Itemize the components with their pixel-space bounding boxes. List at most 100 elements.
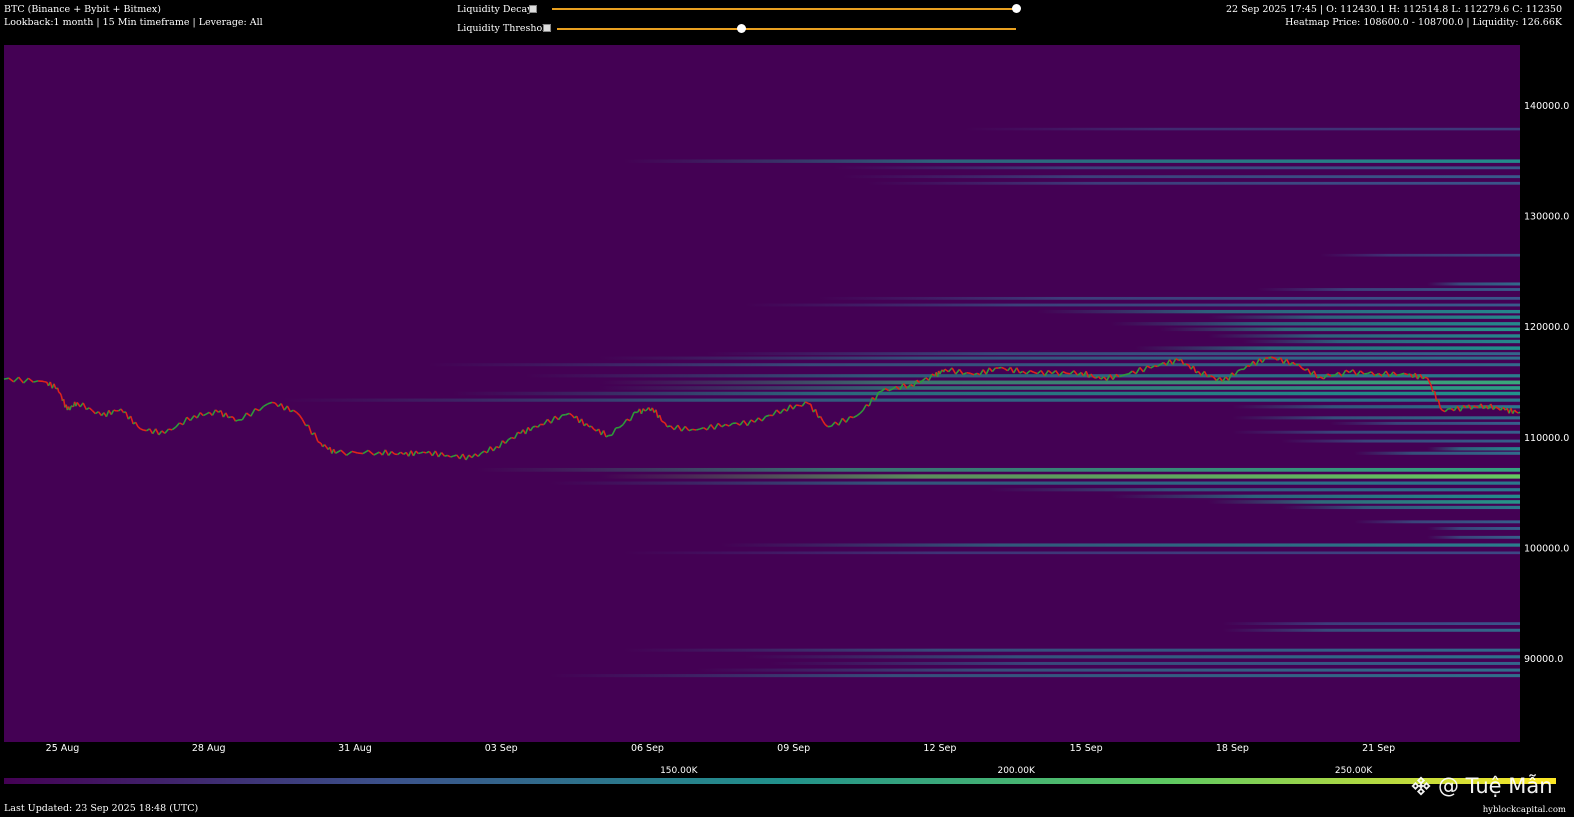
liquidity-threshold-label: Liquidity Threshold (457, 22, 552, 34)
liquidity-band (842, 175, 1520, 179)
price-segment (1183, 363, 1187, 366)
liquidity-decay-checkbox[interactable] (529, 5, 537, 13)
liquidity-band (1281, 505, 1520, 510)
liquidity-band (720, 543, 1520, 547)
liquidity-band (598, 356, 1520, 360)
price-segment (1517, 411, 1521, 414)
price-segment (113, 409, 117, 412)
liquidity-decay-handle[interactable] (1012, 4, 1021, 13)
price-segment (1124, 373, 1130, 376)
lookback-info: Lookback:1 month | 15 Min timeframe | Le… (4, 17, 263, 28)
watermark: @ Tuệ Mẫn (1410, 774, 1553, 798)
liquidity-band (623, 551, 1520, 555)
price-segment (1118, 374, 1123, 378)
price-segment (3, 377, 10, 380)
site-credit: hyblockcapital.com (1482, 805, 1566, 815)
colorbar-tick-label: 250.00K (1335, 766, 1373, 776)
price-segment (1268, 356, 1272, 359)
colorbar-tick-label: 150.00K (660, 766, 698, 776)
liquidity-threshold-handle[interactable] (736, 24, 746, 33)
liquidity-decay-label: Liquidity Decay (457, 3, 533, 15)
price-segment (1121, 373, 1126, 377)
price-segment (998, 366, 1002, 369)
x-axis-tick-label: 28 Aug (192, 743, 226, 754)
liquidity-band (549, 481, 1520, 485)
price-segment (1316, 376, 1321, 379)
y-axis-tick-label: 100000.0 (1524, 543, 1569, 554)
liquidity-band (1159, 327, 1520, 332)
liquidity-band (598, 380, 1520, 385)
price-segment (615, 426, 620, 429)
price-segment (662, 421, 666, 424)
price-segment (423, 451, 427, 454)
price-segment (808, 402, 811, 405)
x-axis-tick-label: 31 Aug (338, 743, 372, 754)
liquidity-band (623, 159, 1520, 163)
liquidity-band (281, 398, 1521, 402)
liquidity-band (1222, 622, 1520, 626)
price-segment (765, 414, 770, 418)
liquidity-band (988, 488, 1520, 492)
liquidity-threshold-control: Liquidity Threshold (457, 21, 565, 35)
price-segment (695, 428, 701, 431)
liquidity-decay-slider[interactable] (552, 8, 1016, 10)
instrument-title: BTC (Binance + Bybit + Bitmex) (4, 4, 161, 15)
liquidity-threshold-slider[interactable] (557, 28, 1016, 30)
price-segment (1330, 374, 1335, 377)
liquidity-band (744, 303, 1520, 307)
x-axis-tick-label: 18 Sep (1216, 743, 1249, 754)
x-axis-tick-label: 12 Sep (923, 743, 956, 754)
liquidity-band (1222, 628, 1520, 632)
liquidity-band (598, 474, 1520, 479)
liquidity-band (696, 668, 1520, 672)
liquidity-band (623, 648, 1520, 652)
liquidity-band (1354, 520, 1520, 524)
liquidity-band (549, 674, 1520, 678)
liquidity-band (525, 374, 1520, 378)
ohlc-readout: 22 Sep 2025 17:45 | O: 112430.1 H: 11251… (1226, 4, 1562, 15)
chart-header-left: BTC (Binance + Bybit + Bitmex) Lookback:… (4, 3, 263, 29)
y-axis-tick-label: 140000.0 (1524, 101, 1569, 112)
liquidity-band (452, 391, 1520, 396)
x-axis-tick-label: 21 Sep (1362, 743, 1395, 754)
liquidity-band (1208, 334, 1520, 338)
y-axis-tick-label: 130000.0 (1524, 211, 1569, 222)
price-segment (42, 380, 46, 383)
liquidity-band (598, 386, 1520, 390)
liquidity-band (964, 127, 1520, 131)
price-segment (827, 425, 832, 428)
price-segment (644, 409, 648, 412)
liquidity-band (1256, 288, 1520, 291)
price-segment (228, 416, 231, 419)
liquidity-band (1037, 309, 1520, 314)
price-segment (1093, 376, 1097, 379)
liquidity-band (1110, 322, 1520, 326)
price-segment (235, 419, 239, 422)
liquidity-threshold-checkbox[interactable] (543, 24, 551, 32)
liquidity-band (1134, 346, 1520, 350)
colorbar-tick-label: 200.00K (997, 766, 1035, 776)
price-segment (849, 415, 854, 419)
liquidity-decay-control: Liquidity Decay (457, 2, 551, 16)
y-axis-tick-label: 120000.0 (1524, 322, 1569, 333)
liquidity-band (476, 467, 1521, 472)
heatmap-price-readout: Heatmap Price: 108600.0 - 108700.0 | Liq… (1285, 17, 1562, 28)
y-axis-tick-label: 110000.0 (1524, 433, 1569, 444)
liquidity-band (1427, 447, 1520, 451)
price-segment (444, 454, 448, 457)
liquidity-band (818, 296, 1520, 300)
liquidity-band (1354, 451, 1520, 455)
price-segment (1424, 376, 1428, 379)
y-axis-tick-label: 90000.0 (1524, 654, 1563, 665)
price-segment (420, 451, 424, 454)
liquidation-heatmap-chart[interactable]: 140000.0 130000.0 120000.0 110000.0 100000.0… (0, 0, 1574, 817)
price-segment (1185, 363, 1189, 366)
liquidity-band (832, 166, 1520, 170)
x-axis-tick-label: 09 Sep (777, 743, 810, 754)
liquidity-band (1110, 494, 1520, 499)
price-segment (357, 452, 363, 455)
liquidity-band (1208, 500, 1520, 504)
chart-header-right: 22 Sep 2025 17:45 | O: 112430.1 H: 11251… (1226, 3, 1562, 29)
liquidity-band (744, 655, 1520, 659)
x-axis-tick-label: 06 Sep (631, 743, 664, 754)
